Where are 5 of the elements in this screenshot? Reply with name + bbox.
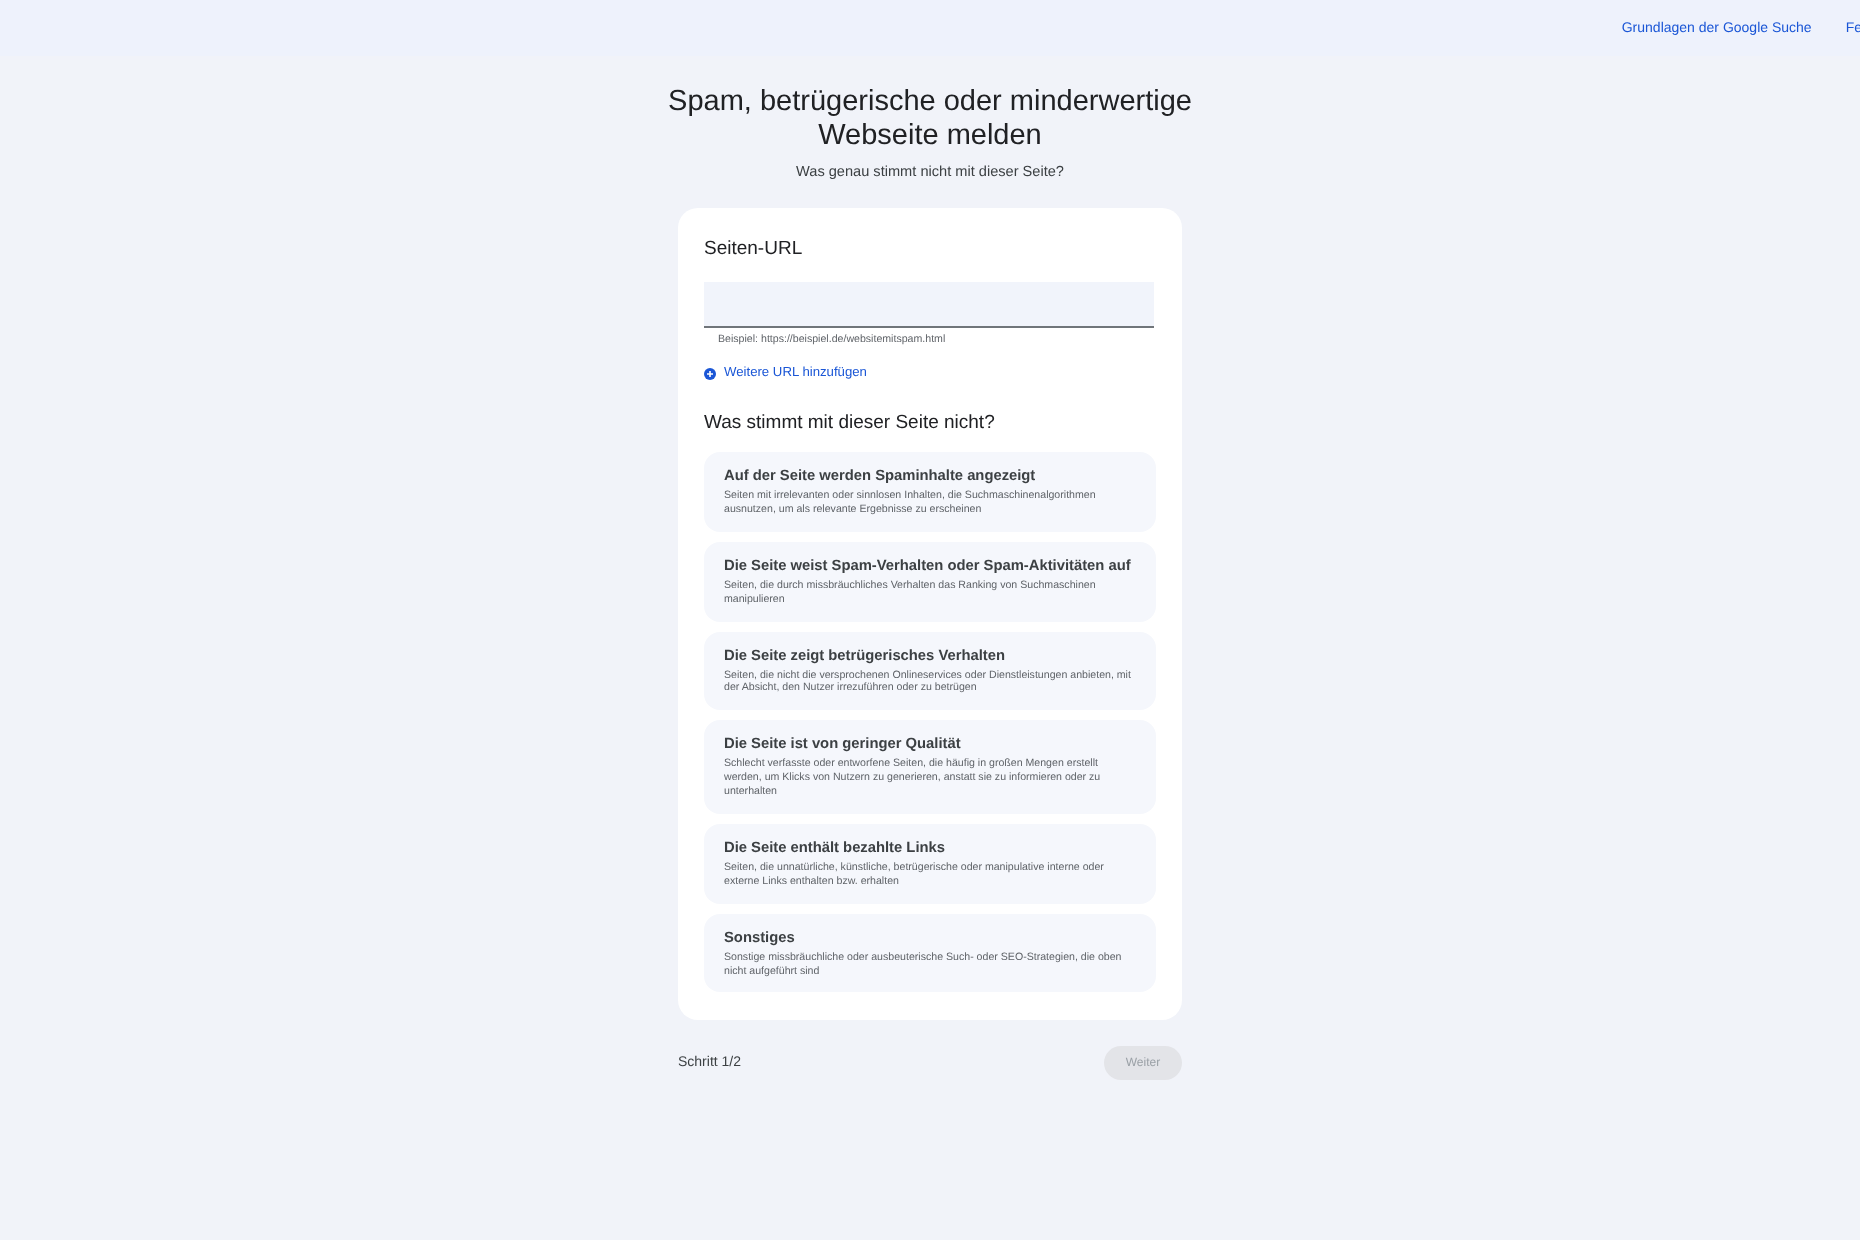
url-input-field[interactable] bbox=[704, 282, 1154, 328]
url-label: Seiten-URL bbox=[704, 238, 805, 260]
add-circle-icon bbox=[704, 367, 716, 379]
question-heading: Was stimmt mit dieser Seite nicht? bbox=[704, 412, 997, 434]
page-title: Spam, betrügerische oder minderwertige Webseite melden bbox=[666, 86, 1194, 154]
